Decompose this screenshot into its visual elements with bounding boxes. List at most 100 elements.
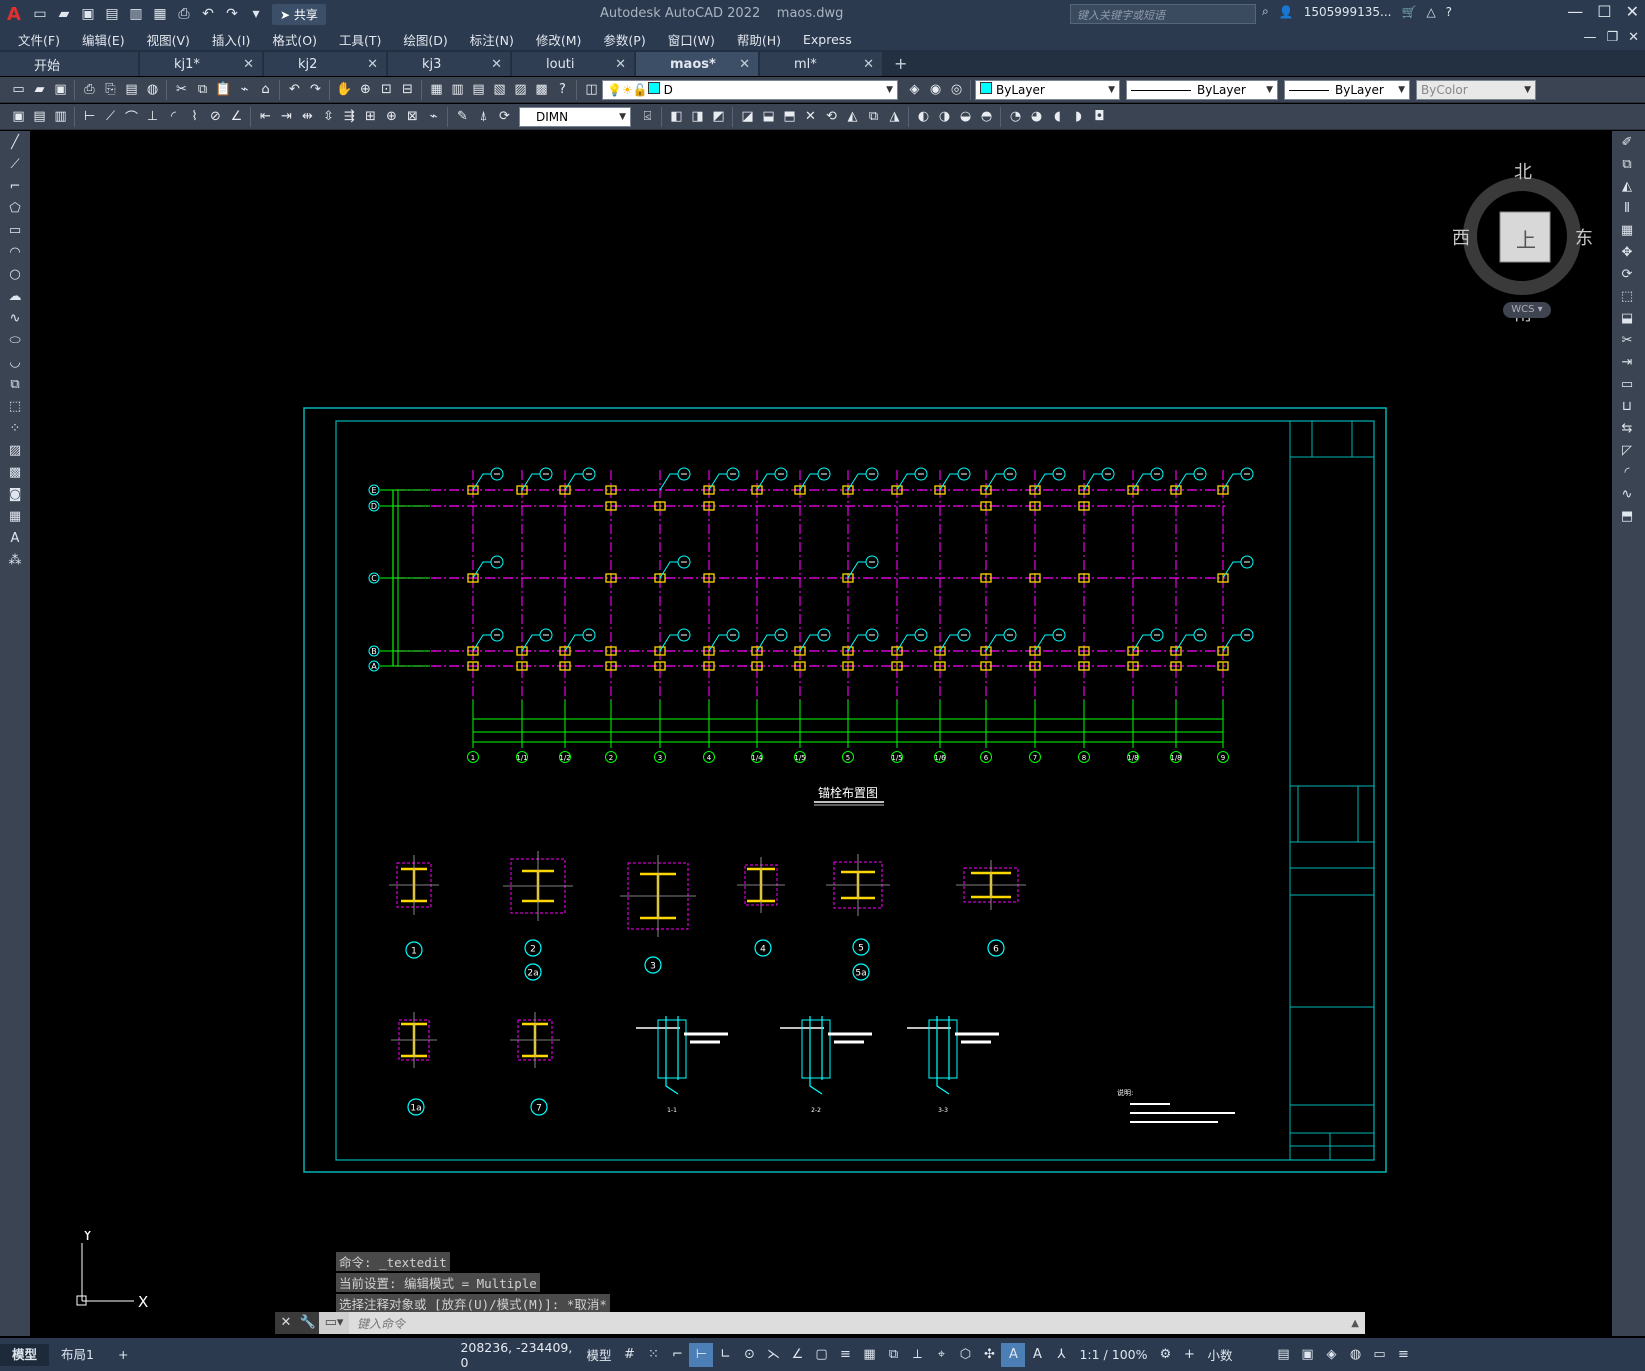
- publish-icon[interactable]: ▥: [125, 3, 147, 25]
- plotstyle-dropdown[interactable]: ByColor ▼: [1416, 79, 1536, 100]
- table-icon[interactable]: ▦: [0, 505, 30, 527]
- tab-close-icon[interactable]: ✕: [863, 57, 874, 72]
- publish-icon[interactable]: ▤: [121, 80, 142, 100]
- help-icon[interactable]: ?: [552, 80, 573, 100]
- region-icon[interactable]: ◙: [0, 483, 30, 505]
- object-snap-tracking-icon[interactable]: ∠: [785, 1343, 809, 1367]
- aligned-dim-icon[interactable]: ⟋: [100, 107, 121, 127]
- spline-icon[interactable]: ∿: [0, 307, 30, 329]
- tab-ml[interactable]: ml* ✕: [760, 52, 882, 76]
- customize-quick-access-icon[interactable]: ▾: [245, 3, 267, 25]
- wcs-menu-button[interactable]: WCS ▾: [1503, 302, 1551, 318]
- graphics-performance-icon[interactable]: ◍: [1343, 1343, 1367, 1367]
- inspect-icon[interactable]: ⊠: [402, 107, 423, 127]
- add-selected-icon[interactable]: ⁂: [0, 549, 30, 571]
- check-solid-icon[interactable]: ◔: [1005, 107, 1026, 127]
- menu-insert[interactable]: 插入(I): [212, 30, 250, 49]
- gizmo-icon[interactable]: ✣: [977, 1343, 1001, 1367]
- construction-line-icon[interactable]: ⟋: [0, 153, 30, 175]
- export-icon[interactable]: ▦: [149, 3, 171, 25]
- dimstyle-manager-icon[interactable]: ⍃: [637, 107, 658, 127]
- dim-edit-icon[interactable]: ✎: [452, 107, 473, 127]
- menu-modify[interactable]: 修改(M): [536, 30, 582, 49]
- menu-window[interactable]: 窗口(W): [668, 30, 715, 49]
- viewcube-north[interactable]: 北: [1514, 158, 1532, 184]
- line-icon[interactable]: ╱: [0, 131, 30, 153]
- annotation-monitor-icon[interactable]: +: [1177, 1343, 1201, 1367]
- linetype-dropdown[interactable]: ByLayer ▼: [1126, 79, 1278, 100]
- ortho-icon[interactable]: ∟: [713, 1343, 737, 1367]
- command-close-icon[interactable]: ✕: [275, 1312, 297, 1334]
- pan-icon[interactable]: ✋: [334, 80, 355, 100]
- tab-kj2[interactable]: kj2 ✕: [264, 52, 386, 76]
- polar-tracking-icon[interactable]: ⊙: [737, 1343, 761, 1367]
- gradient-icon[interactable]: ▩: [0, 461, 30, 483]
- snap-icon[interactable]: ⁙: [641, 1343, 665, 1367]
- save-icon[interactable]: ▣: [50, 80, 71, 100]
- offset-icon[interactable]: ⫴: [1612, 197, 1642, 219]
- tab-close-icon[interactable]: ✕: [243, 57, 254, 72]
- erase-icon[interactable]: ✐: [1612, 131, 1642, 153]
- center-mark-icon[interactable]: ⊕: [381, 107, 402, 127]
- tolerance-icon[interactable]: ⊞: [360, 107, 381, 127]
- make-block-icon[interactable]: ⬚: [0, 395, 30, 417]
- search-icon[interactable]: ⌕: [1262, 4, 1269, 19]
- color-faces-icon[interactable]: ◮: [884, 107, 905, 127]
- grid-icon[interactable]: #: [617, 1343, 641, 1367]
- undo-icon[interactable]: ↶: [197, 3, 219, 25]
- annotation-visibility-icon[interactable]: A: [1001, 1342, 1026, 1367]
- menu-tools[interactable]: 工具(T): [339, 30, 381, 49]
- array-icon[interactable]: ▦: [1612, 219, 1642, 241]
- radius-dim-icon[interactable]: ◜: [163, 107, 184, 127]
- polyline-icon[interactable]: ⌐: [0, 175, 30, 197]
- insert-block-icon[interactable]: ⧉: [0, 373, 30, 395]
- union-icon[interactable]: ◧: [666, 107, 687, 127]
- tab-close-icon[interactable]: ✕: [739, 57, 750, 72]
- transparency-icon[interactable]: ▦: [857, 1343, 881, 1367]
- tab-start[interactable]: 开始: [0, 52, 138, 76]
- taper-faces-icon[interactable]: ◭: [842, 107, 863, 127]
- cart-icon[interactable]: 🛒: [1401, 5, 1416, 19]
- zoom-window-icon[interactable]: ⊡: [376, 80, 397, 100]
- offset-faces-icon[interactable]: ⬒: [779, 107, 800, 127]
- clean-icon[interactable]: ◑: [934, 107, 955, 127]
- jogged-linear-icon[interactable]: ⌁: [423, 107, 444, 127]
- coordinates-readout[interactable]: 208236, -234409, 0: [460, 1340, 580, 1370]
- menu-parametric[interactable]: 参数(P): [603, 30, 645, 49]
- shell-icon[interactable]: ◓: [976, 107, 997, 127]
- new-tab-icon[interactable]: +: [894, 54, 907, 76]
- command-history-toggle-icon[interactable]: ▲: [1351, 1318, 1365, 1329]
- tab-layout1[interactable]: 布局1: [49, 1344, 106, 1366]
- properties-icon[interactable]: ▦: [426, 80, 447, 100]
- redo-icon[interactable]: ↷: [305, 80, 326, 100]
- tab-louti[interactable]: louti ✕: [512, 52, 634, 76]
- viewcube-top-face[interactable]: 上: [1516, 224, 1536, 253]
- separate-icon[interactable]: ◒: [955, 107, 976, 127]
- open-file-icon[interactable]: ▰: [53, 3, 75, 25]
- calculator-icon[interactable]: ▩: [531, 80, 552, 100]
- slice-icon[interactable]: ◕: [1026, 107, 1047, 127]
- recent-commands-icon[interactable]: ▭▾: [319, 1312, 349, 1334]
- copy-object-icon[interactable]: ⧉: [1612, 153, 1642, 175]
- layer-dropdown[interactable]: 💡☀🔓 D ▼: [602, 79, 898, 100]
- quick-dim-icon[interactable]: ⇤: [255, 107, 276, 127]
- tab-kj1[interactable]: kj1* ✕: [140, 52, 262, 76]
- point-icon[interactable]: ⁘: [0, 417, 30, 439]
- menu-edit[interactable]: 编辑(E): [82, 30, 125, 49]
- make-current-layer-icon[interactable]: ◈: [904, 80, 925, 100]
- circle-icon[interactable]: ○: [0, 263, 30, 285]
- dynamic-ucs-icon[interactable]: ⌖: [929, 1343, 953, 1367]
- jogged-dim-icon[interactable]: ⌇: [184, 107, 205, 127]
- revision-cloud-icon[interactable]: ☁: [0, 285, 30, 307]
- join-icon[interactable]: ⇆: [1612, 417, 1642, 439]
- undo-icon[interactable]: ↶: [284, 80, 305, 100]
- infer-constraints-icon[interactable]: ⌐: [665, 1343, 689, 1367]
- tab-maos[interactable]: maos* ✕: [636, 52, 758, 76]
- maximize-icon[interactable]: ☐: [1597, 2, 1611, 21]
- dimstyle-dropdown[interactable]: DIMN ▼: [519, 106, 631, 127]
- command-customize-icon[interactable]: 🔧: [297, 1312, 319, 1334]
- dim-break-icon[interactable]: ⇶: [339, 107, 360, 127]
- extend-icon[interactable]: ⇥: [1612, 351, 1642, 373]
- plot-preview-icon[interactable]: ⎘: [100, 80, 121, 100]
- 3d-print-icon[interactable]: ◍: [142, 80, 163, 100]
